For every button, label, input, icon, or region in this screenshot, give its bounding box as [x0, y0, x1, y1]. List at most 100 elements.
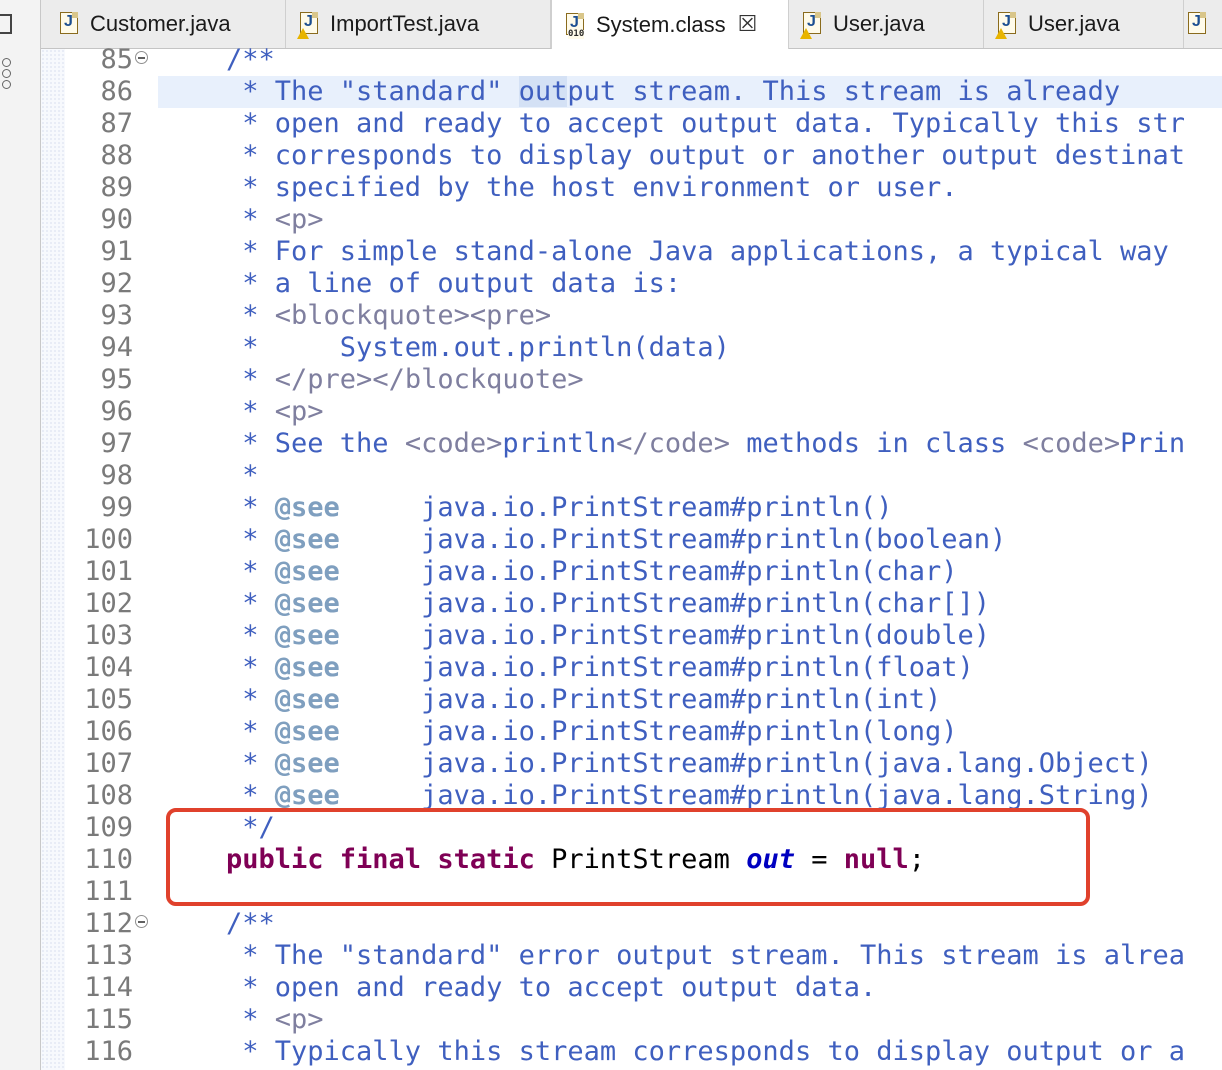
- code-line-92[interactable]: 92 * a line of output data is:: [41, 268, 1222, 300]
- code-token: * specified by the host environment or u…: [226, 172, 958, 203]
- code-token: *: [226, 716, 275, 747]
- code-line-105[interactable]: 105 * @see java.io.PrintStream#println(i…: [41, 684, 1222, 716]
- code-line-91[interactable]: 91 * For simple stand-alone Java applica…: [41, 236, 1222, 268]
- code-line-98[interactable]: 98 *: [41, 460, 1222, 492]
- code-text: /**: [158, 908, 1222, 940]
- code-line-96[interactable]: 96 * <p>: [41, 396, 1222, 428]
- line-number: 110: [84, 844, 133, 875]
- code-line-110[interactable]: 110 public final static PrintStream out =…: [41, 844, 1222, 876]
- code-line-116[interactable]: 116 * Typically this stream corresponds …: [41, 1036, 1222, 1068]
- code-token: println: [502, 428, 617, 459]
- code-token: */: [226, 812, 275, 843]
- code-token: * Typically this stream corresponds to d…: [226, 1036, 1186, 1067]
- code-line-87[interactable]: 87 * open and ready to accept output dat…: [41, 108, 1222, 140]
- line-number: 98: [100, 460, 133, 491]
- code-token: * a line of output data is:: [226, 268, 682, 299]
- line-number: 97: [100, 428, 133, 459]
- code-token: @see: [274, 716, 340, 747]
- java-file-icon: J: [995, 12, 1018, 39]
- tab-customer-java[interactable]: J Customer.java: [46, 0, 286, 48]
- code-token: *: [226, 684, 275, 715]
- code-token: out: [746, 844, 795, 875]
- code-line-111[interactable]: 111: [41, 876, 1222, 908]
- line-number: 109: [84, 812, 133, 843]
- code-line-95[interactable]: 95 * </pre></blockquote>: [41, 364, 1222, 396]
- code-line-113[interactable]: 113 * The "standard" error output stream…: [41, 940, 1222, 972]
- line-number: 116: [84, 1036, 133, 1067]
- code-token: * The "standard" error output stream. Th…: [226, 940, 1186, 971]
- line-number: 107: [84, 748, 133, 779]
- code-token: *: [226, 748, 275, 779]
- tab-user-java[interactable]: J User.java: [789, 0, 984, 48]
- code-token: *: [226, 300, 275, 331]
- code-line-109[interactable]: 109 */: [41, 812, 1222, 844]
- close-tab-icon[interactable]: ☒: [738, 13, 758, 36]
- code-line-89[interactable]: 89 * specified by the host environment o…: [41, 172, 1222, 204]
- code-token: <p>: [274, 1004, 324, 1035]
- code-token: @see: [274, 652, 340, 683]
- code-line-97[interactable]: 97 * See the <code>println</code> method…: [41, 428, 1222, 460]
- code-line-102[interactable]: 102 * @see java.io.PrintStream#println(c…: [41, 588, 1222, 620]
- code-token: put stream. This stream is already: [567, 76, 1121, 107]
- code-text: * @see java.io.PrintStream#println(): [158, 492, 1222, 524]
- code-line-107[interactable]: 107 * @see java.io.PrintStream#println(j…: [41, 748, 1222, 780]
- code-token: java.io.PrintStream#println(): [339, 492, 893, 523]
- code-text: * <p>: [158, 204, 1222, 236]
- code-text: * @see java.io.PrintStream#println(float…: [158, 652, 1222, 684]
- code-token: @see: [274, 684, 340, 715]
- line-number: 104: [84, 652, 133, 683]
- tab-overflow-partial[interactable]: J: [1184, 0, 1222, 48]
- code-line-104[interactable]: 104 * @see java.io.PrintStream#println(f…: [41, 652, 1222, 684]
- code-line-85[interactable]: 85 /**: [41, 44, 1222, 76]
- code-line-112[interactable]: 112 /**: [41, 908, 1222, 940]
- tab-label: System.class: [596, 11, 726, 37]
- tab-user-java[interactable]: J User.java: [984, 0, 1184, 48]
- code-line-100[interactable]: 100 * @see java.io.PrintStream#println(b…: [41, 524, 1222, 556]
- line-number: 99: [100, 492, 133, 523]
- code-token: java.io.PrintStream#println(java.lang.Ob…: [339, 748, 1153, 779]
- code-line-114[interactable]: 114 * open and ready to accept output da…: [41, 972, 1222, 1004]
- code-text: *: [158, 460, 1222, 492]
- line-number: 100: [84, 524, 133, 555]
- collapse-fold-icon[interactable]: [135, 915, 148, 928]
- view-menu-icon[interactable]: [2, 58, 12, 91]
- tab-importtest-java[interactable]: J ImportTest.java: [286, 0, 551, 48]
- code-token: java.io.PrintStream#println(boolean): [339, 524, 1007, 555]
- code-line-94[interactable]: 94 * System.out.println(data): [41, 332, 1222, 364]
- line-number: 88: [100, 140, 133, 171]
- restore-view-icon[interactable]: [0, 14, 12, 34]
- code-text: * corresponds to display output or anoth…: [158, 140, 1222, 172]
- code-line-101[interactable]: 101 * @see java.io.PrintStream#println(c…: [41, 556, 1222, 588]
- code-token: Prin: [1120, 428, 1186, 459]
- code-text: * The "standard" output stream. This str…: [158, 76, 1222, 108]
- code-token: @see: [274, 588, 340, 619]
- code-line-90[interactable]: 90 * <p>: [41, 204, 1222, 236]
- code-line-88[interactable]: 88 * corresponds to display output or an…: [41, 140, 1222, 172]
- code-line-115[interactable]: 115 * <p>: [41, 1004, 1222, 1036]
- code-line-99[interactable]: 99 * @see java.io.PrintStream#println(): [41, 492, 1222, 524]
- code-line-108[interactable]: 108 * @see java.io.PrintStream#println(j…: [41, 780, 1222, 812]
- code-line-103[interactable]: 103 * @see java.io.PrintStream#println(d…: [41, 620, 1222, 652]
- code-line-86[interactable]: 86 * The "standard" output stream. This …: [41, 76, 1222, 108]
- code-token: @see: [274, 492, 340, 523]
- code-token: methods in class: [729, 428, 1023, 459]
- code-token: *: [226, 1004, 275, 1035]
- code-token: java.io.PrintStream#println(double): [339, 620, 991, 651]
- code-text: * </pre></blockquote>: [158, 364, 1222, 396]
- code-text: * @see java.io.PrintStream#println(long): [158, 716, 1222, 748]
- line-number: 114: [84, 972, 133, 1003]
- tab-system-class[interactable]: J 010 System.class ☒: [551, 0, 789, 49]
- java-file-icon: J: [1188, 12, 1208, 36]
- code-text: * @see java.io.PrintStream#println(boole…: [158, 524, 1222, 556]
- line-number: 91: [100, 236, 133, 267]
- editor-tab-bar: J Customer.java J ImportTest.java J 010 System…: [41, 0, 1222, 49]
- code-token: * System.out.println(data): [226, 332, 730, 363]
- trimmed-view-strip: [0, 0, 41, 1070]
- code-line-93[interactable]: 93 * <blockquote><pre>: [41, 300, 1222, 332]
- line-number: 108: [84, 780, 133, 811]
- collapse-fold-icon[interactable]: [135, 51, 148, 64]
- code-token: /**: [226, 908, 275, 939]
- code-editor[interactable]: 85/** 86 * The "standard" output stream. …: [41, 44, 1222, 1070]
- code-line-106[interactable]: 106 * @see java.io.PrintStream#println(l…: [41, 716, 1222, 748]
- line-number: 101: [84, 556, 133, 587]
